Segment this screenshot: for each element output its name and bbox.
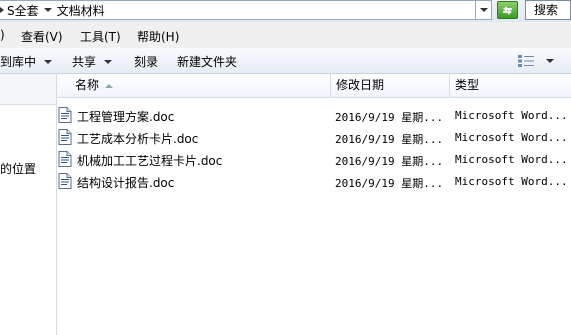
burn-label: 刻录 [134, 55, 159, 69]
view-dropdown-icon[interactable] [546, 59, 554, 63]
menu-item-tools[interactable]: 工具(T) [80, 28, 121, 45]
navigation-pane: 的位置 [0, 74, 57, 335]
file-row[interactable]: 工程管理方案.doc 2016/9/19 星期... Microsoft Wor… [57, 104, 571, 126]
breadcrumb-dropdown-icon[interactable] [43, 8, 52, 12]
chevron-down-icon [44, 59, 53, 64]
new-folder-button[interactable]: 新建文件夹 [177, 53, 237, 70]
new-folder-label: 新建文件夹 [177, 55, 238, 69]
address-bar[interactable]: S全套 文档材料 [0, 0, 476, 20]
file-type: Microsoft Word... [455, 175, 568, 188]
menu-item-help[interactable]: 帮助(H) [137, 28, 179, 45]
word-doc-icon [58, 151, 72, 167]
column-date-label: 修改日期 [336, 78, 385, 92]
refresh-icon [503, 5, 512, 15]
file-name: 结构设计报告.doc [77, 176, 175, 190]
file-type: Microsoft Word... [455, 131, 568, 144]
file-name: 工艺成本分析卡片.doc [77, 132, 199, 146]
file-type: Microsoft Word... [455, 109, 568, 122]
file-name: 机械加工工艺过程卡片.doc [77, 154, 223, 168]
refresh-button[interactable] [497, 1, 518, 19]
nav-item-locations[interactable]: 的位置 [0, 160, 36, 177]
menu-bar: ) 查看(V) 工具(T) 帮助(H) [0, 22, 571, 48]
breadcrumb-chevron-icon[interactable] [0, 7, 4, 13]
share-button[interactable]: 共享 [72, 53, 113, 70]
column-header-row: 名称 修改日期 类型 [57, 74, 571, 98]
burn-button[interactable]: 刻录 [134, 53, 158, 70]
file-date: 2016/9/19 星期... [335, 155, 444, 168]
file-name: 工程管理方案.doc [77, 110, 175, 124]
include-in-library-button[interactable]: 到库中 [0, 53, 53, 70]
menu-item-view[interactable]: 查看(V) [21, 28, 63, 45]
file-date: 2016/9/19 星期... [335, 177, 444, 190]
chevron-down-icon [104, 59, 113, 64]
view-options-icon[interactable] [518, 55, 534, 67]
word-doc-icon [58, 107, 72, 123]
file-row[interactable]: 结构设计报告.doc 2016/9/19 星期... Microsoft Wor… [57, 170, 571, 192]
file-row[interactable]: 工艺成本分析卡片.doc 2016/9/19 星期... Microsoft W… [57, 126, 571, 148]
menu-item-edit[interactable]: ) [0, 28, 5, 42]
word-doc-icon [58, 173, 72, 189]
column-type-label: 类型 [455, 78, 480, 92]
column-header-name[interactable]: 名称 [57, 74, 331, 97]
file-date: 2016/9/19 星期... [335, 111, 444, 124]
sort-ascending-icon [105, 83, 114, 88]
share-label: 共享 [72, 55, 97, 69]
include-in-library-label: 到库中 [0, 55, 37, 69]
address-history-dropdown[interactable] [476, 0, 492, 20]
column-header-date[interactable]: 修改日期 [331, 74, 450, 97]
column-name-label: 名称 [75, 78, 100, 92]
file-date: 2016/9/19 星期... [335, 133, 444, 146]
search-input[interactable]: 搜索 [525, 0, 571, 20]
word-doc-icon [58, 129, 72, 145]
breadcrumb-item[interactable]: S全套 [7, 1, 39, 19]
chevron-down-icon [479, 8, 488, 12]
file-type: Microsoft Word... [455, 153, 568, 166]
command-bar: 到库中 共享 刻录 新建文件夹 [0, 48, 571, 74]
file-row[interactable]: 机械加工工艺过程卡片.doc 2016/9/19 星期... Microsoft… [57, 148, 571, 170]
breadcrumb-item-current[interactable]: 文档材料 [57, 1, 105, 19]
address-bar-row: S全套 文档材料 搜索 [0, 0, 571, 22]
column-header-type[interactable]: 类型 [450, 74, 571, 97]
navigation-pane-header [0, 74, 56, 105]
